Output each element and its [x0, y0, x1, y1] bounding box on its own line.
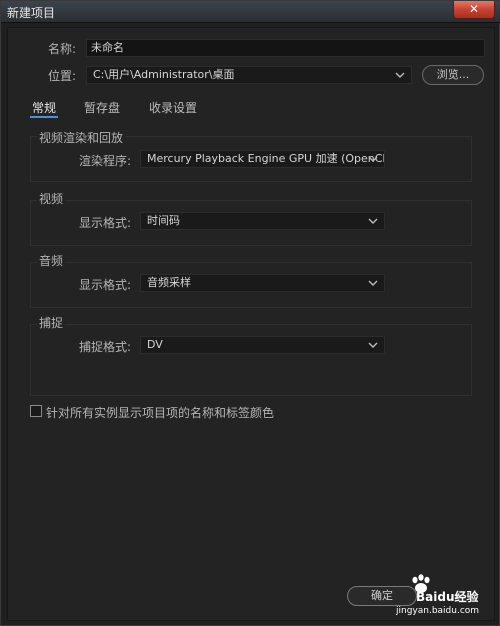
tab-scratch-disks[interactable]: 暂存盘: [84, 99, 120, 116]
video-group-title: 视频: [37, 190, 66, 207]
renderer-value: Mercury Playback Engine GPU 加速 (OpenCL): [147, 152, 385, 165]
video-format-value: 时间码: [147, 214, 180, 227]
dialog-body: 名称: 未命名 位置: C:\用户\Administrator\桌面 浏览...…: [7, 27, 495, 621]
audio-format-value: 音频采样: [147, 276, 191, 289]
tab-ingest-settings[interactable]: 收录设置: [149, 99, 197, 116]
audio-format-label: 显示格式:: [79, 278, 132, 292]
close-button[interactable]: ✕: [453, 1, 495, 19]
baidu-watermark: Baidu经验 jingyan.baidu.com: [380, 574, 488, 618]
renderer-label: 渲染程序:: [79, 154, 132, 168]
location-label: 位置:: [48, 69, 77, 83]
audio-format-dropdown[interactable]: 音频采样: [140, 274, 385, 292]
name-label: 名称:: [48, 42, 77, 56]
chevron-down-icon: [368, 280, 378, 286]
audio-group-title: 音频: [37, 252, 66, 269]
capture-group-title: 捕捉: [37, 314, 66, 331]
video-format-dropdown[interactable]: 时间码: [140, 212, 385, 230]
name-input[interactable]: 未命名: [86, 39, 485, 57]
chevron-down-icon: [368, 218, 378, 224]
render-group-title: 视频渲染和回放: [37, 129, 126, 146]
capture-format-dropdown[interactable]: DV: [140, 336, 385, 354]
location-dropdown[interactable]: C:\用户\Administrator\桌面: [86, 66, 412, 84]
chevron-down-icon: [395, 72, 405, 78]
renderer-dropdown[interactable]: Mercury Playback Engine GPU 加速 (OpenCL): [140, 150, 385, 168]
browse-button[interactable]: 浏览...: [422, 65, 484, 85]
window-title: 新建项目: [7, 6, 56, 20]
chevron-down-icon: [368, 156, 378, 162]
chevron-down-icon: [368, 342, 378, 348]
tab-general[interactable]: 常规: [32, 99, 56, 116]
watermark-brand: Baidu经验: [416, 590, 479, 604]
active-tab-indicator: [30, 116, 58, 118]
capture-format-value: DV: [147, 338, 163, 351]
capture-format-label: 捕捉格式:: [79, 340, 132, 354]
show-labels-checkbox[interactable]: [30, 405, 42, 417]
capture-group: [30, 324, 472, 396]
location-value: C:\用户\Administrator\桌面: [93, 68, 235, 81]
new-project-dialog: 新建项目 ✕ 名称: 未命名 位置: C:\用户\Administrator\桌…: [0, 0, 500, 626]
video-format-label: 显示格式:: [79, 216, 132, 230]
watermark-url: jingyan.baidu.com: [396, 606, 480, 616]
title-bar[interactable]: 新建项目 ✕: [1, 1, 500, 23]
show-labels-label: 针对所有实例显示项目项的名称和标签颜色: [46, 406, 275, 420]
